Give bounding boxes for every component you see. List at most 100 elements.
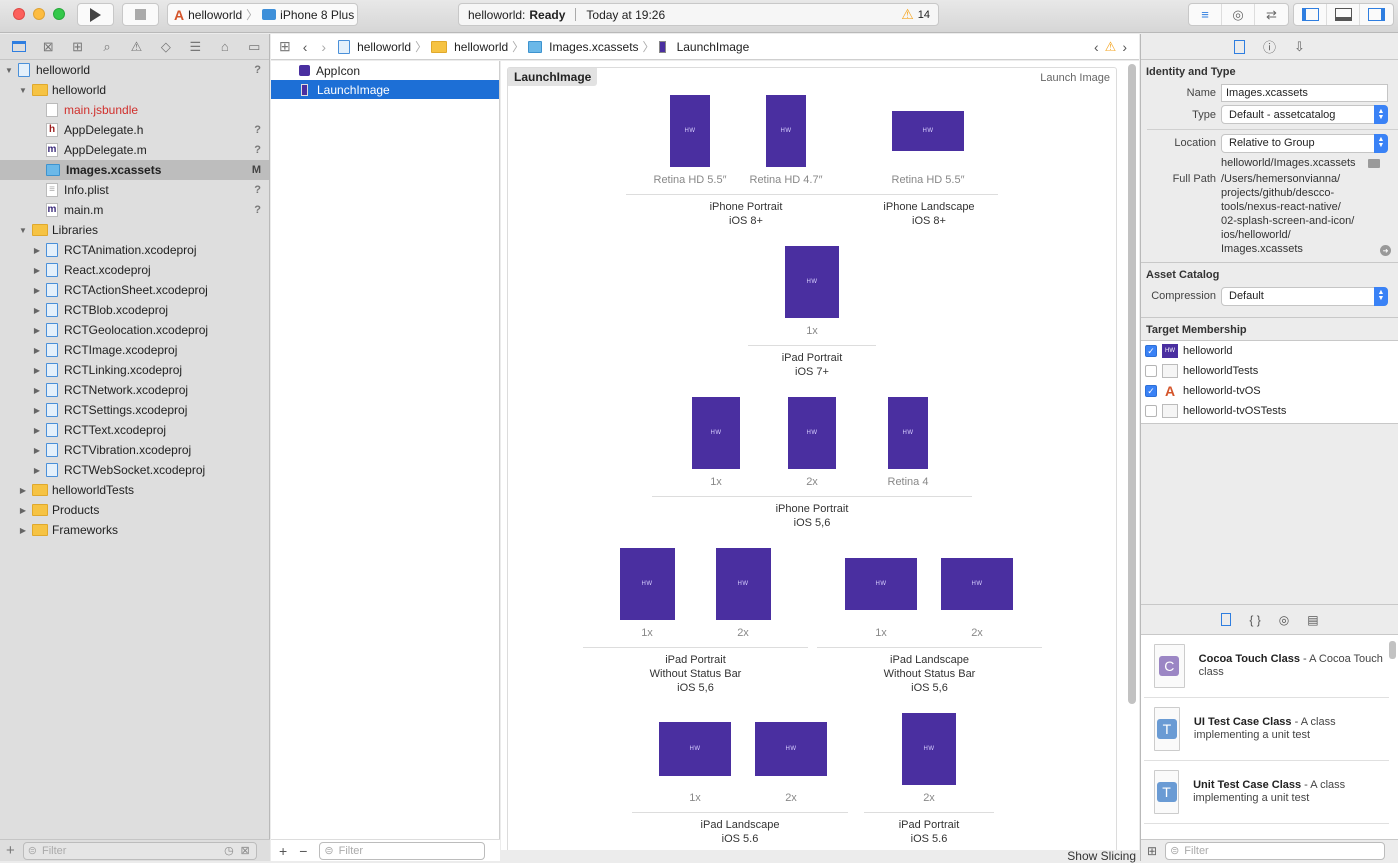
run-button[interactable] (77, 3, 114, 26)
stop-button[interactable] (122, 3, 159, 26)
tree-item[interactable]: ▶ RCTBlob.xcodeproj (0, 300, 269, 320)
tree-item[interactable]: ▶ React.xcodeproj (0, 260, 269, 280)
remove-asset-button[interactable]: − (299, 843, 307, 859)
name-field[interactable]: Images.xcassets (1221, 84, 1388, 102)
tree-item[interactable]: m AppDelegate.m? (0, 140, 269, 160)
asset-filter-input[interactable]: ⊜ Filter (319, 841, 486, 860)
disclosure-expanded-icon[interactable]: ▼ (18, 86, 28, 95)
disclosure-collapsed-icon[interactable]: ▶ (18, 526, 28, 535)
toggle-navigator-button[interactable] (1294, 4, 1327, 25)
close-window-button[interactable] (13, 8, 25, 20)
tree-item[interactable]: ▶ RCTLinking.xcodeproj (0, 360, 269, 380)
asset-item-launchimage[interactable]: LaunchImage (271, 80, 499, 99)
tree-item[interactable]: ≡ Info.plist? (0, 180, 269, 200)
recent-files-icon[interactable]: ◷ (224, 844, 234, 857)
scheme-device[interactable]: iPhone 8 Plus (280, 8, 354, 22)
breakpoint-navigator-tab[interactable]: ⌂ (210, 35, 239, 59)
issue-navigator-tab[interactable]: ⚠ (122, 35, 151, 59)
symbol-navigator-tab[interactable]: ⊞ (63, 35, 92, 59)
launch-image-set[interactable]: LaunchImage Launch Image HW Retina HD 5.5… (507, 67, 1117, 857)
tree-item[interactable]: ▶ RCTText.xcodeproj (0, 420, 269, 440)
disclosure-collapsed-icon[interactable]: ▶ (32, 266, 42, 275)
file-templates-tab[interactable] (1221, 613, 1232, 626)
type-popup[interactable]: Default - assetcatalog ▲ ▼ (1221, 105, 1388, 124)
debug-navigator-tab[interactable]: ☰ (181, 35, 210, 59)
assistant-editor-button[interactable]: ◎ (1222, 4, 1255, 25)
tree-item[interactable]: ▶ Products (0, 500, 269, 520)
launch-image-slot[interactable]: HW (845, 558, 917, 610)
version-editor-button[interactable]: ⇄ (1255, 4, 1288, 25)
tree-item[interactable]: ▶ RCTGeolocation.xcodeproj (0, 320, 269, 340)
tree-item[interactable]: ▶ RCTActionSheet.xcodeproj (0, 280, 269, 300)
toggle-inspector-button[interactable] (1360, 4, 1393, 25)
target-checkbox[interactable] (1145, 365, 1157, 377)
object-library-tab[interactable]: ◎ (1279, 613, 1289, 627)
toggle-debug-area-button[interactable] (1327, 4, 1360, 25)
disclosure-collapsed-icon[interactable]: ▶ (32, 406, 42, 415)
previous-issue-button[interactable]: ‹ (1094, 39, 1099, 55)
project-navigator-tab[interactable] (4, 35, 33, 59)
grid-view-icon[interactable]: ⊞ (1147, 844, 1157, 858)
launch-image-slot[interactable]: HW (766, 95, 806, 167)
launch-image-slot[interactable]: HW (888, 397, 928, 469)
library-template-item[interactable]: T UI Test Case Class - A class implementi… (1144, 698, 1389, 761)
tree-item[interactable]: ▶ RCTImage.xcodeproj (0, 340, 269, 360)
breadcrumb-launch-image[interactable]: LaunchImage (658, 40, 749, 54)
test-navigator-tab[interactable]: ◇ (151, 35, 180, 59)
tree-item[interactable]: ▶ RCTVibration.xcodeproj (0, 440, 269, 460)
disclosure-collapsed-icon[interactable]: ▶ (32, 466, 42, 475)
source-control-navigator-tab[interactable]: ⊠ (33, 35, 62, 59)
code-snippets-tab[interactable]: { } (1249, 613, 1260, 627)
scheme-selector[interactable]: A helloworld 〉 iPhone 8 Plus (167, 3, 358, 26)
navigator-filter-input[interactable]: ⊜ Filter ◷ ⊠ (22, 841, 257, 860)
disclosure-collapsed-icon[interactable]: ▶ (32, 386, 42, 395)
disclosure-expanded-icon[interactable]: ▼ (4, 66, 14, 75)
launch-image-slot[interactable]: HW (715, 548, 771, 620)
tree-item[interactable]: ▶ RCTWebSocket.xcodeproj (0, 460, 269, 480)
standard-editor-button[interactable]: ≡ (1189, 4, 1222, 25)
disclosure-collapsed-icon[interactable]: ▶ (32, 366, 42, 375)
target-checkbox[interactable] (1145, 405, 1157, 417)
disclosure-collapsed-icon[interactable]: ▶ (32, 326, 42, 335)
launch-image-slot[interactable]: HW (659, 722, 731, 776)
library-filter-input[interactable]: ⊜ Filter (1165, 841, 1386, 860)
tree-item[interactable]: ▼ helloworld (0, 80, 269, 100)
launch-image-slot[interactable]: HW (785, 246, 839, 318)
tree-item[interactable]: ▶ RCTNetwork.xcodeproj (0, 380, 269, 400)
quick-help-tab[interactable]: ⓘ (1263, 37, 1276, 56)
launch-image-slot[interactable]: HW (692, 397, 740, 469)
minimize-window-button[interactable] (33, 8, 45, 20)
target-checkbox[interactable]: ✓ (1145, 345, 1157, 357)
warnings-indicator[interactable]: ⚠ 14 (901, 6, 930, 23)
tree-item[interactable]: Images.xcassets M (0, 160, 269, 180)
tree-item[interactable]: h AppDelegate.h? (0, 120, 269, 140)
launch-image-slot[interactable]: HW (755, 722, 827, 776)
disclosure-collapsed-icon[interactable]: ▶ (32, 306, 42, 315)
media-library-tab[interactable]: ▤ (1307, 613, 1318, 627)
scheme-target[interactable]: helloworld (188, 8, 242, 22)
tree-item[interactable]: ▶ RCTSettings.xcodeproj (0, 400, 269, 420)
tree-item[interactable]: ▶ Frameworks (0, 520, 269, 540)
launch-image-slot[interactable]: HW (670, 95, 710, 167)
tree-item[interactable]: ▼ helloworld? (0, 60, 269, 80)
forward-button[interactable]: › (321, 39, 326, 55)
compression-popup[interactable]: Default ▲ ▼ (1221, 286, 1388, 306)
library-template-item[interactable]: T Unit Test Case Class - A class implemen… (1144, 761, 1389, 824)
asset-item-appicon[interactable]: AppIcon (271, 61, 499, 80)
disclosure-collapsed-icon[interactable]: ▶ (32, 286, 42, 295)
report-navigator-tab[interactable]: ▭ (240, 35, 269, 59)
launch-image-slot[interactable]: HW (941, 558, 1013, 610)
reveal-in-finder-icon[interactable]: ➜ (1380, 245, 1391, 256)
disclosure-collapsed-icon[interactable]: ▶ (32, 426, 42, 435)
next-issue-button[interactable]: › (1122, 39, 1127, 55)
library-scrollbar[interactable] (1389, 641, 1396, 659)
launch-image-slot[interactable]: HW (788, 397, 836, 469)
launch-image-slot[interactable]: HW (902, 713, 956, 785)
disclosure-collapsed-icon[interactable]: ▶ (32, 446, 42, 455)
tree-item[interactable]: ▶ helloworldTests (0, 480, 269, 500)
library-template-item[interactable]: C Cocoa Touch Class - A Cocoa Touch class (1144, 635, 1389, 698)
disclosure-collapsed-icon[interactable]: ▶ (32, 246, 42, 255)
back-button[interactable]: ‹ (303, 39, 308, 55)
zoom-window-button[interactable] (53, 8, 65, 20)
source-control-filter-icon[interactable]: ⊠ (241, 844, 250, 857)
